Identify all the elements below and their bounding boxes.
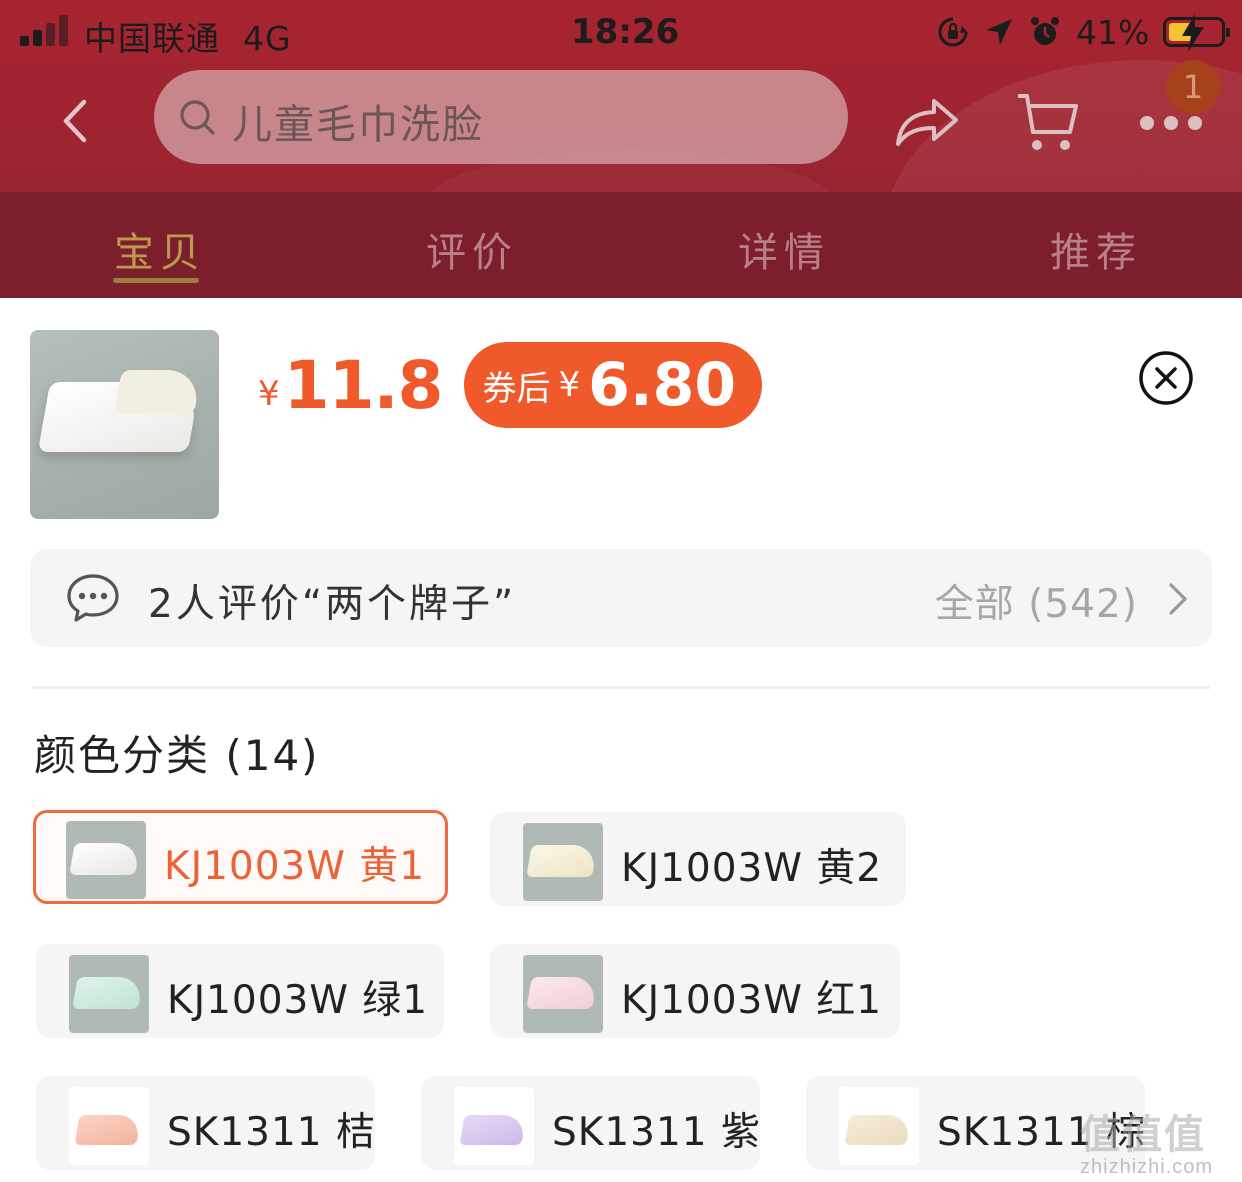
sku-option-label: KJ1003W 黄2: [621, 846, 883, 891]
sku-option[interactable]: KJ1003W 红1: [490, 944, 900, 1038]
carrier-label: 中国联通 4G: [84, 19, 292, 58]
review-summary-bar[interactable]: 2人评价“两个牌子” 全部 (542): [30, 549, 1212, 647]
sku-option[interactable]: KJ1003W 黄1: [33, 810, 448, 904]
tab-recommend[interactable]: 推荐: [1050, 220, 1142, 278]
battery-icon: [1163, 14, 1231, 52]
search-icon: [180, 100, 215, 135]
sku-thumbnail: [839, 1087, 919, 1165]
coupon-price-badge: 券后 ¥ 6.80: [464, 342, 763, 428]
clock: 18:26: [571, 12, 680, 52]
sku-thumbnail: [454, 1087, 534, 1165]
status-indicators: 41%: [936, 12, 1231, 52]
tab-reviews[interactable]: 评价: [426, 220, 518, 278]
cart-icon[interactable]: [1014, 90, 1080, 156]
close-icon[interactable]: [1138, 350, 1194, 406]
back-icon[interactable]: [56, 96, 96, 146]
coupon-label: 券后: [482, 368, 551, 409]
search-query: 儿童毛巾洗脸: [232, 102, 484, 148]
watermark-logo: 值值值: [1080, 1113, 1206, 1157]
sku-option[interactable]: KJ1003W 黄2: [490, 812, 906, 906]
product-thumbnail[interactable]: [30, 330, 219, 519]
sku-thumbnail: [69, 955, 149, 1033]
sku-thumbnail: [69, 1087, 149, 1165]
tab-details[interactable]: 详情: [738, 220, 830, 278]
sku-option-label: SK1311 桔: [167, 1110, 376, 1155]
sku-option-label: KJ1003W 绿1: [167, 978, 429, 1023]
price-area: ¥ 11.8 券后 ¥ 6.80: [258, 340, 763, 430]
search-bar[interactable]: 儿童毛巾洗脸: [154, 70, 848, 164]
sku-option-label: KJ1003W 红1: [621, 978, 883, 1023]
sku-option[interactable]: KJ1003W 绿1: [36, 944, 444, 1038]
tab-bar: 宝贝 评价 详情 推荐: [0, 192, 1242, 298]
sku-thumbnail: [523, 823, 603, 901]
tab-active-indicator: [113, 278, 199, 283]
sku-option[interactable]: SK1311 桔: [36, 1076, 375, 1170]
chat-bubble-icon: [67, 574, 119, 622]
cart-badge: 1: [1166, 60, 1220, 114]
sku-option-label: KJ1003W 黄1: [164, 844, 426, 889]
sku-selection-sheet: ¥ 11.8 券后 ¥ 6.80 2人评价“两个牌子” 全部 (542) 颜色分…: [0, 298, 1242, 1182]
alarm-icon: [1031, 17, 1059, 45]
sku-thumbnail: [66, 821, 146, 899]
review-keyword-summary: 2人评价“两个牌子”: [148, 582, 517, 627]
share-icon[interactable]: [894, 96, 960, 148]
watermark-url: zhizhizhi.com: [1080, 1156, 1214, 1178]
currency-symbol: ¥: [258, 374, 280, 414]
network-type: 4G: [242, 19, 292, 58]
status-bar: 中国联通 4G 18:26 41%: [0, 0, 1242, 64]
coupon-price: 6.80: [588, 350, 737, 420]
battery-percentage: 41%: [1076, 12, 1150, 52]
sku-option[interactable]: SK1311 紫: [421, 1076, 760, 1170]
site-watermark: 值值值 zhizhizhi.com: [1080, 1102, 1213, 1179]
dimmed-product-header: 中国联通 4G 18:26 41% 儿童毛巾洗脸 1 宝贝 评价 详情 推荐: [0, 0, 1242, 298]
sku-option-label: SK1311 紫: [552, 1110, 761, 1155]
location-icon: [986, 19, 1012, 45]
signal-icon: [20, 14, 72, 46]
original-price: 11.8: [283, 346, 444, 424]
sku-thumbnail: [523, 955, 603, 1033]
rotation-lock-icon: [938, 17, 968, 47]
more-icon[interactable]: [1140, 116, 1202, 132]
chevron-right-icon: [1169, 583, 1187, 615]
tab-item[interactable]: 宝贝: [114, 220, 206, 278]
top-navigation: 儿童毛巾洗脸: [0, 66, 1242, 176]
coupon-currency: ¥: [558, 365, 581, 405]
divider: [32, 686, 1210, 689]
review-all-count: 全部 (542): [934, 582, 1138, 627]
color-category-title: 颜色分类 (14): [34, 731, 320, 780]
